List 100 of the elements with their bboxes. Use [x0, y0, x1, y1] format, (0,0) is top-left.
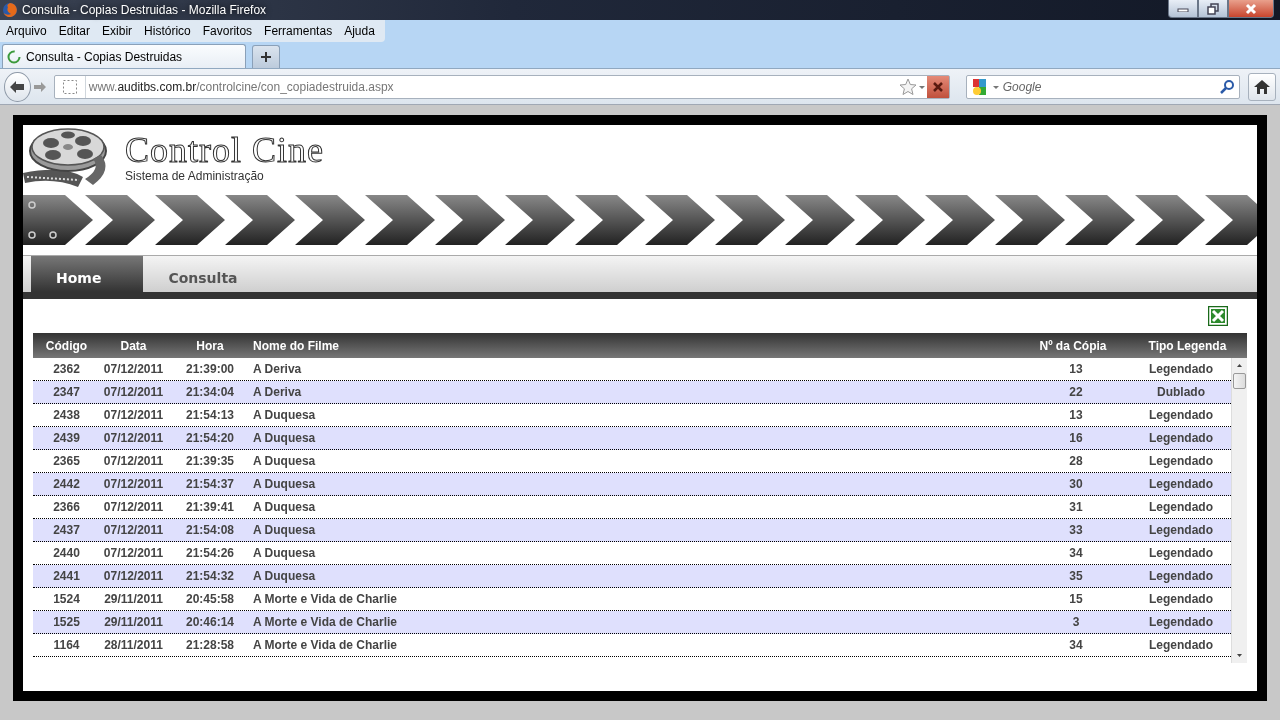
restore-icon[interactable]: [1207, 2, 1219, 15]
home-button[interactable]: [1247, 72, 1276, 101]
close-icon[interactable]: [1245, 2, 1257, 15]
menu-item[interactable]: Editar: [52, 20, 97, 42]
scrollbar[interactable]: [1231, 358, 1247, 663]
table-cell-text: 07/12/2011: [102, 408, 165, 422]
menu-item[interactable]: Ajuda: [338, 20, 381, 42]
stop-button[interactable]: [926, 75, 949, 98]
back-arrow-icon[interactable]: [9, 79, 26, 94]
table-cell-text: 16: [1068, 431, 1084, 445]
menu-item[interactable]: Arquivo: [0, 20, 53, 42]
table-cell-text: 2347: [52, 385, 81, 399]
table-cell-text: A Morte e Vida de Charlie: [253, 615, 399, 629]
site-subtitle: Sistema de Administração: [125, 169, 265, 183]
table-cell-text: 13: [1068, 408, 1084, 422]
forward-arrow-icon[interactable]: [33, 80, 48, 93]
firefox-icon: [2, 2, 18, 18]
back-button[interactable]: [4, 71, 31, 102]
plus-icon[interactable]: [260, 51, 272, 63]
restore-button[interactable]: [1198, 0, 1228, 18]
table-cell-text: 2442: [52, 477, 81, 491]
column-header: Data: [119, 338, 148, 353]
table-cell-text: A Morte e Vida de Charlie: [253, 592, 399, 606]
nav-tab[interactable]: Home: [31, 256, 144, 292]
table-cell-text: 2366: [52, 500, 81, 514]
table-cell-text: 22: [1068, 385, 1084, 399]
table-cell-text: 21:54:26: [184, 546, 235, 560]
table-cell-text: 07/12/2011: [102, 523, 165, 537]
table-cell-text: Legendado: [1148, 592, 1214, 606]
table-cell-text: 30: [1068, 477, 1084, 491]
column-header: Tipo Legenda: [1147, 338, 1228, 353]
table-cell-text: 34: [1068, 546, 1084, 560]
table-cell-text: 21:39:41: [184, 500, 235, 514]
address-field[interactable]: www.auditbs.com.br/controlcine/con_copiadestruida.aspx: [53, 74, 950, 99]
table-cell-text: A Duquesa: [253, 431, 317, 445]
table-cell-text: Legendado: [1148, 431, 1214, 445]
table-cell-text: 2440: [52, 546, 81, 560]
table-cell-text: 13: [1068, 362, 1084, 376]
table-cell-text: 21:54:32: [184, 569, 235, 583]
table-cell-text: 2441: [52, 569, 81, 583]
table-cell-text: 21:54:13: [184, 408, 235, 422]
new-tab-button[interactable]: [252, 45, 280, 68]
menu-item[interactable]: Exibir: [96, 20, 139, 42]
table-cell-text: 2437: [52, 523, 81, 537]
table-cell-text: 20:46:14: [184, 615, 235, 629]
scroll-thumb[interactable]: [1233, 373, 1246, 389]
table-cell-text: A Duquesa: [253, 523, 317, 537]
table-cell-text: 21:39:00: [184, 362, 235, 376]
stop-icon[interactable]: [932, 81, 943, 92]
table-cell-text: Legendado: [1148, 454, 1214, 468]
table-cell-text: 33: [1068, 523, 1084, 537]
table-cell-text: Legendado: [1148, 615, 1214, 629]
bookmark-star-icon[interactable]: [898, 77, 917, 96]
table-cell-text: 1525: [52, 615, 81, 629]
minimize-icon[interactable]: [1177, 5, 1189, 12]
browser-tab[interactable]: Consulta - Copias Destruidas: [2, 44, 246, 68]
table-cell-text: A Duquesa: [253, 500, 317, 514]
excel-export-icon[interactable]: [1208, 306, 1228, 326]
search-icon[interactable]: [1218, 78, 1235, 95]
table-cell-text: 1524: [52, 592, 81, 606]
table-cell-text: A Duquesa: [253, 546, 317, 560]
column-header: Hora: [195, 338, 225, 353]
table-cell-text: A Duquesa: [253, 454, 317, 468]
menu-item[interactable]: Histórico: [138, 20, 197, 42]
table-cell-text: 29/11/2011: [103, 615, 164, 629]
minimize-button[interactable]: [1168, 0, 1198, 18]
site-identity-icon: [61, 78, 78, 95]
table-cell-text: 07/12/2011: [102, 546, 165, 560]
menu-item[interactable]: Favoritos: [196, 20, 259, 42]
table-cell-text: 2365: [52, 454, 81, 468]
home-icon[interactable]: [1252, 78, 1271, 95]
close-button[interactable]: [1228, 0, 1274, 18]
table-cell-text: A Duquesa: [253, 408, 317, 422]
table-cell-text: 34: [1068, 638, 1084, 652]
table-cell-text: A Morte e Vida de Charlie: [253, 638, 399, 652]
nav-tab[interactable]: Consulta: [143, 256, 280, 292]
table-cell-text: A Duquesa: [253, 477, 317, 491]
table-cell-text: Legendado: [1148, 500, 1214, 514]
table-cell-text: 07/12/2011: [102, 569, 165, 583]
table-cell-text: Legendado: [1148, 546, 1214, 560]
table-cell-text: A Deriva: [253, 362, 303, 376]
table-cell-text: 07/12/2011: [102, 385, 165, 399]
table-cell-text: Legendado: [1148, 569, 1214, 583]
table-cell-text: 3: [1071, 615, 1081, 629]
table-cell-text: 28/11/2011: [103, 638, 164, 652]
table-cell-text: Legendado: [1148, 408, 1214, 422]
table-cell-text: Legendado: [1148, 362, 1214, 376]
table-cell-text: Dublado: [1156, 385, 1206, 399]
column-header: Código: [44, 338, 89, 353]
table-cell-text: 1164: [52, 638, 81, 652]
table-cell-text: 2439: [52, 431, 81, 445]
table-cell-text: 29/11/2011: [103, 592, 164, 606]
site-title: Control Cine: [125, 133, 324, 167]
table-cell-text: 07/12/2011: [102, 500, 165, 514]
table-cell-text: Legendado: [1148, 477, 1214, 491]
search-bar[interactable]: Google: [965, 74, 1240, 99]
table-cell-text: Legendado: [1148, 638, 1214, 652]
table-cell-text: 07/12/2011: [102, 362, 165, 376]
table-cell-text: 20:45:58: [184, 592, 235, 606]
menu-item[interactable]: Ferramentas: [258, 20, 339, 42]
